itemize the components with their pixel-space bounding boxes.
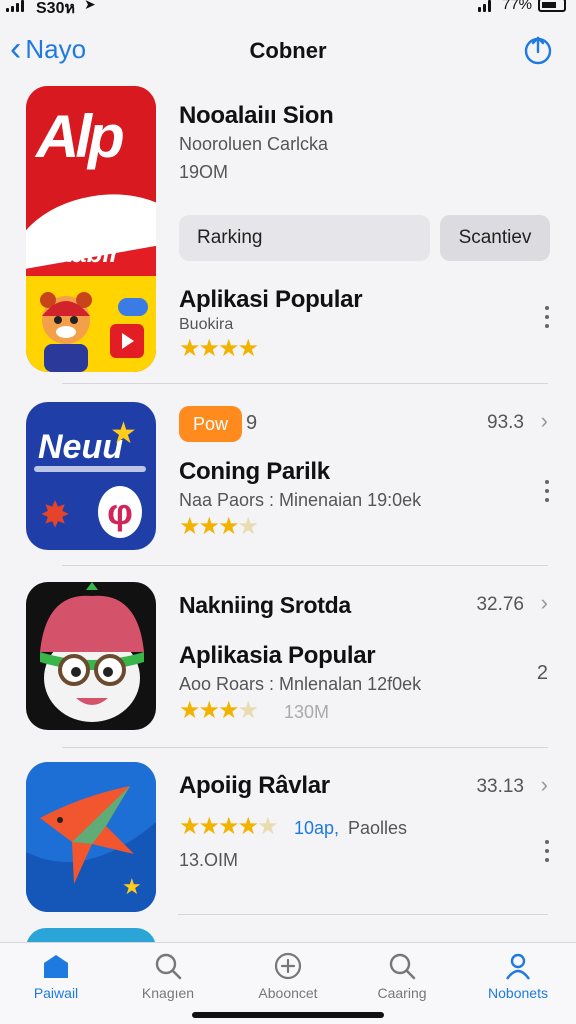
developer-name: Nooroluen Carlcka [179,134,329,154]
tab-add[interactable]: Abooncet [238,951,338,1001]
battery-percent: 77% [502,0,533,13]
app-name[interactable]: Nakniing Srotda [179,592,351,619]
scan-button[interactable]: Scantiev [440,215,550,261]
featured-app[interactable]: Alp Maabir Nooalaiıı Sion Nooroluen Carl… [0,84,576,384]
star-rating: ★★★★ [179,697,259,724]
signal-icon [6,0,24,12]
home-indicator [192,1012,384,1018]
tab-account[interactable]: Nobonets [468,951,568,1001]
star-rating: ★★★★ [179,335,259,362]
chevron-right-icon[interactable]: › [541,408,548,434]
tab-label: Abooncet [258,985,318,1001]
person-icon [506,953,530,980]
list-item[interactable]: ★ Apoiig Râvlar 33.13 › ★★★★★ 10ap, Paol… [0,748,576,918]
tab-label: Paiwail [33,985,79,1001]
status-bar: S30ห ➤ 77% [0,0,576,20]
mascot-icon [40,292,92,372]
app-count: 2 [536,662,548,684]
list-item[interactable]: Neuu ★ ✸ φ Pow 9 93.3 › Coning Parilk Na… [0,384,576,564]
app-name[interactable]: Coning Parilk [179,458,330,486]
tab-label: Caaring [377,985,427,1001]
list-item[interactable]: Nakniing Srotda 32.76 › Aplikasia Popula… [0,566,576,746]
chat-bubble-icon [118,298,148,316]
app-meta: Naa Paors : Minenaian 19:0ek [179,490,422,510]
add-icon [274,952,302,980]
app-score: 33.13 [476,776,524,797]
svg-text:★: ★ [122,875,142,900]
app-size: 13.OIM [179,850,239,870]
scan-label: Scantiev [458,227,532,248]
store-icon [44,955,68,978]
app-score: 93.3 [487,412,524,433]
tab-today[interactable]: Paiwail [6,951,106,1001]
section-title: Aplikasi Popular [179,286,363,313]
more-options-icon[interactable] [544,840,550,862]
cellular-icon [478,0,491,12]
character-icon [40,582,144,722]
carrier-label: S30ห [36,0,76,17]
play-icon [110,324,144,358]
bird-icon: ★ [26,762,156,912]
badge-count: 9 [246,412,258,434]
flower-icon: ✸ [40,494,71,535]
battery-icon [538,0,566,12]
app-icon[interactable] [26,582,156,730]
ranking-label: Rarking [197,227,263,248]
featured-icon-title: Alp [36,103,125,170]
section-subtitle: Buokira [179,316,234,333]
app-subtitle: Aplikasia Popular [179,642,376,669]
app-name[interactable]: Nooalaiıı Sion [179,102,334,130]
chevron-right-icon[interactable]: › [541,590,548,616]
app-size: 130M [284,702,330,722]
app-score: 32.76 [476,594,524,615]
app-icon[interactable]: ★ [26,762,156,912]
search-icon [155,953,182,980]
location-icon: ➤ [84,0,96,12]
balloon-icon: φ [98,486,142,538]
share-icon[interactable] [522,34,554,66]
star-rating: ★★★★★ [179,813,279,840]
more-options-icon[interactable] [544,480,550,502]
rating-extra: 10ap, [294,818,340,838]
badge: Pow [179,406,243,442]
badge-label: Pow [193,413,229,434]
divider [178,914,548,915]
tab-caring[interactable]: Caaring [352,951,452,1001]
tab-label: Nobonets [488,985,548,1001]
more-options-icon[interactable] [544,306,550,328]
tab-label: Knagıen [141,985,195,1001]
featured-icon-subtitle: Maabir [36,238,120,268]
tab-search[interactable]: Knagıen [118,951,218,1001]
tab-bar: Paiwail Knagıen Abooncet Caaring Nobonet… [0,942,576,1024]
page-title: Cobner [249,38,327,63]
search-icon [389,953,416,980]
star-decor-icon: ★ [110,417,137,450]
app-meta: Aoo Roars : Mnlenalan 12f0ek [179,674,422,694]
chevron-right-icon[interactable]: › [541,772,548,798]
app-category: Paolles [348,818,408,838]
ranking-button[interactable]: Rarking [179,215,430,261]
star-rating: ★★★★ [179,513,259,540]
app-icon[interactable]: Neuu ★ ✸ φ [26,402,156,550]
app-size: 19OM [179,162,229,182]
app-name[interactable]: Apoiig Râvlar [179,772,330,800]
navigation-bar: ‹ Nayo Cobner [0,28,576,76]
app-icon-featured[interactable]: Alp Maabir [26,86,156,372]
